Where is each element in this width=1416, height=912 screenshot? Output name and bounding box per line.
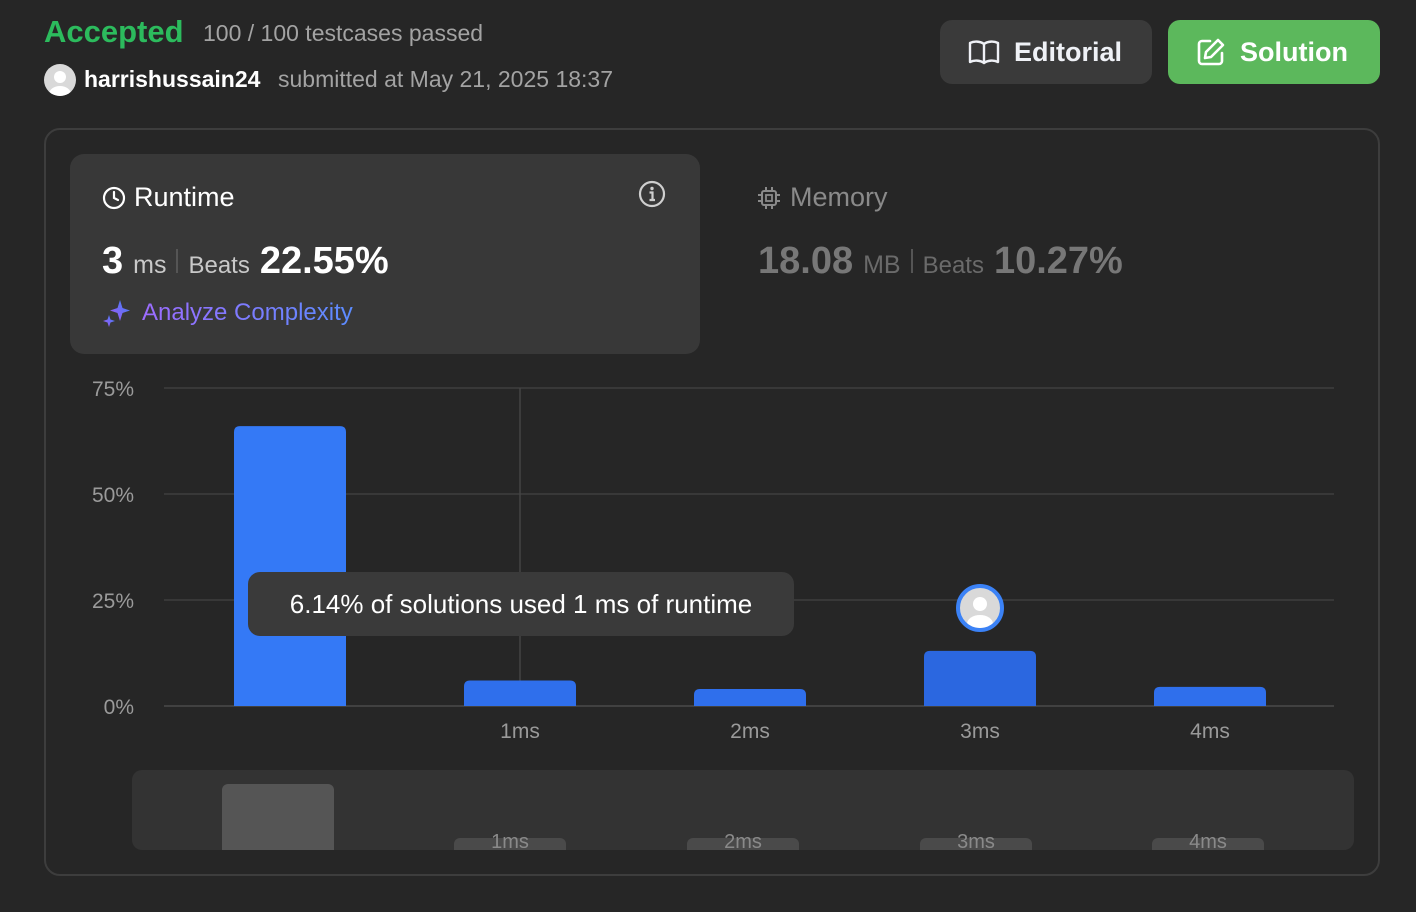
x-tick-label: 3ms [960,720,1000,743]
chart-bar [1154,686,1266,706]
my-submission-marker[interactable] [956,584,1004,632]
x-tick-label: 2ms [730,720,770,743]
person-icon [967,597,993,628]
y-tick-label: 75% [92,378,134,401]
y-tick-label: 0% [104,696,134,719]
y-tick-label: 25% [92,590,134,613]
mini-chart-label: 4ms [1189,831,1227,850]
mini-chart-label: 3ms [957,831,995,850]
chart-bar [694,689,806,706]
y-tick-label: 50% [92,484,134,507]
mini-chart-label: 2ms [724,831,762,850]
mini-chart-bar [222,784,334,850]
chart-bar [234,426,346,706]
x-tick-label: 4ms [1190,720,1230,743]
x-tick-label: 1ms [500,720,540,743]
mini-chart[interactable]: 1ms 2ms 3ms 4ms [132,770,1354,850]
chart-bar [924,650,1036,706]
chart-range-selector[interactable]: 1ms 2ms 3ms 4ms [132,770,1354,850]
mini-chart-label: 1ms [491,831,529,850]
chart-bar [464,680,576,706]
chart-tooltip: 6.14% of solutions used 1 ms of runtime [248,572,794,636]
